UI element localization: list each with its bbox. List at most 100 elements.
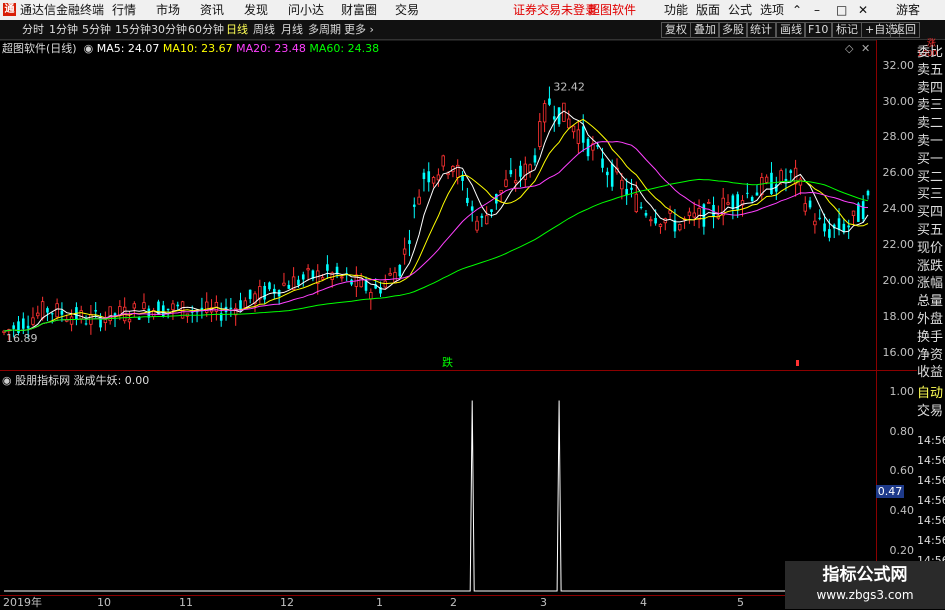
- side-item[interactable]: 涨跌: [917, 258, 945, 276]
- candle-body: [731, 195, 735, 209]
- side-item[interactable]: 总量: [917, 293, 945, 311]
- period-tab-30min[interactable]: 30分钟: [151, 23, 187, 36]
- candle-body: [576, 129, 581, 144]
- candle-body: [176, 304, 180, 307]
- candle-body: [764, 176, 769, 183]
- candle-body: [581, 126, 585, 143]
- candle-body: [533, 155, 537, 163]
- menu-item-ask[interactable]: 问小达: [288, 3, 324, 17]
- candle-body: [687, 211, 692, 217]
- signal-marker: 跌: [442, 355, 453, 369]
- candle-body: [746, 192, 749, 194]
- menu-item-news[interactable]: 资讯: [200, 3, 224, 17]
- side-item[interactable]: 卖二: [917, 115, 945, 133]
- trade-login-status[interactable]: 证券交易未登录: [513, 3, 597, 17]
- period-tab-5min[interactable]: 5分钟: [82, 23, 111, 36]
- panel-divider[interactable]: [0, 370, 945, 371]
- side-item[interactable]: 买一: [917, 151, 945, 169]
- button-adjust[interactable]: 复权: [661, 22, 691, 38]
- indicator-tick: 0.20: [889, 544, 915, 557]
- side-item[interactable]: 净资: [917, 347, 945, 365]
- side-item[interactable]: 卖四: [917, 80, 945, 98]
- period-tab-60min[interactable]: 60分钟: [188, 23, 224, 36]
- period-tab-more[interactable]: 更多 ›: [344, 23, 374, 36]
- candle-body: [750, 197, 754, 202]
- period-tab-15min[interactable]: 15分钟: [115, 23, 151, 36]
- app-logo-icon: 通: [3, 3, 16, 16]
- candle-body: [606, 171, 609, 176]
- collapse-icon[interactable]: ⌃: [792, 3, 802, 17]
- date-tick: 3: [540, 596, 547, 609]
- side-item[interactable]: 收益: [917, 364, 945, 382]
- button-stats[interactable]: 统计: [746, 22, 776, 38]
- guest-label[interactable]: 游客: [896, 3, 920, 17]
- menu-item-formula[interactable]: 公式: [728, 3, 752, 17]
- stock-name: 超图软件: [588, 3, 637, 17]
- side-item[interactable]: 买三: [917, 186, 945, 204]
- date-tick: 1: [376, 596, 383, 609]
- button-overlay[interactable]: 叠加: [690, 22, 720, 38]
- candle-body: [369, 292, 373, 300]
- menu-item-function[interactable]: 功能: [664, 3, 688, 17]
- menu-item-layout[interactable]: 版面: [696, 3, 720, 17]
- candle-body: [490, 209, 493, 212]
- menu-item-wealth[interactable]: 财富圈: [341, 3, 377, 17]
- price-tick: 30.00: [882, 95, 915, 108]
- candle-body: [644, 213, 648, 216]
- menu-item-discover[interactable]: 发现: [244, 3, 268, 17]
- side-item[interactable]: 现价: [917, 240, 945, 258]
- watermark-badge: 指标公式网 www.zbgs3.com: [785, 561, 945, 609]
- side-item[interactable]: 卖五: [917, 62, 945, 80]
- period-tab-weekly[interactable]: 周线: [253, 23, 275, 36]
- side-item[interactable]: 买四: [917, 204, 945, 222]
- side-item[interactable]: 委比: [917, 44, 945, 62]
- period-tab-monthly[interactable]: 月线: [281, 23, 303, 36]
- candle-body: [726, 202, 730, 205]
- button-back[interactable]: 返回: [890, 22, 920, 38]
- watermark-title: 指标公式网: [822, 565, 908, 585]
- indicator-tick: 0.60: [889, 464, 915, 477]
- period-tab-intraday[interactable]: 分时: [22, 23, 44, 36]
- candle-body: [412, 204, 416, 207]
- button-draw[interactable]: 画线: [776, 22, 806, 38]
- candle-body: [475, 220, 479, 231]
- side-item[interactable]: 卖一: [917, 133, 945, 151]
- side-item[interactable]: 换手: [917, 329, 945, 347]
- side-item[interactable]: 涨幅: [917, 275, 945, 293]
- side-auto[interactable]: 自动: [917, 385, 945, 403]
- button-multi-stock[interactable]: 多股: [718, 22, 748, 38]
- period-tab-multi[interactable]: 多周期: [308, 23, 341, 36]
- button-mark[interactable]: 标记: [832, 22, 862, 38]
- candle-body: [166, 308, 170, 311]
- candlestick-chart[interactable]: 32.42 16.89 跌: [0, 40, 876, 370]
- side-item[interactable]: 卖三: [917, 97, 945, 115]
- minimize-icon[interactable]: –: [814, 3, 820, 17]
- period-tab-1min[interactable]: 1分钟: [49, 23, 78, 36]
- watermark-url: www.zbgs3.com: [816, 588, 914, 602]
- side-item[interactable]: 买二: [917, 169, 945, 187]
- side-time: 14:56: [917, 494, 945, 507]
- candle-body: [436, 174, 441, 181]
- candle-body: [707, 201, 711, 204]
- maximize-icon[interactable]: □: [836, 3, 847, 17]
- menu-item-trade[interactable]: 交易: [395, 3, 419, 17]
- menu-item-options[interactable]: 选项: [760, 3, 784, 17]
- side-item[interactable]: 买五: [917, 222, 945, 240]
- side-trade[interactable]: 交易: [917, 403, 945, 421]
- date-tick: 12: [280, 596, 294, 609]
- menu-item-market[interactable]: 市场: [156, 3, 180, 17]
- candle-body: [523, 163, 527, 180]
- indicator-chart[interactable]: [0, 372, 876, 594]
- period-toolbar: 分时 1分钟 5分钟 15分钟 30分钟 60分钟 日线 周线 月线 多周期 更…: [0, 20, 945, 40]
- close-icon[interactable]: ✕: [858, 3, 868, 17]
- side-time: 14:56: [917, 534, 945, 547]
- period-tab-daily[interactable]: 日线: [226, 23, 248, 36]
- menu-item-quotes[interactable]: 行情: [112, 3, 136, 17]
- candle-body: [461, 175, 464, 181]
- candle-body: [84, 323, 88, 325]
- button-f10[interactable]: F10: [804, 22, 833, 38]
- candle-body: [26, 325, 30, 329]
- side-item[interactable]: 外盘: [917, 311, 945, 329]
- app-title: 通达信金融终端: [20, 3, 105, 17]
- candle-body: [320, 277, 325, 280]
